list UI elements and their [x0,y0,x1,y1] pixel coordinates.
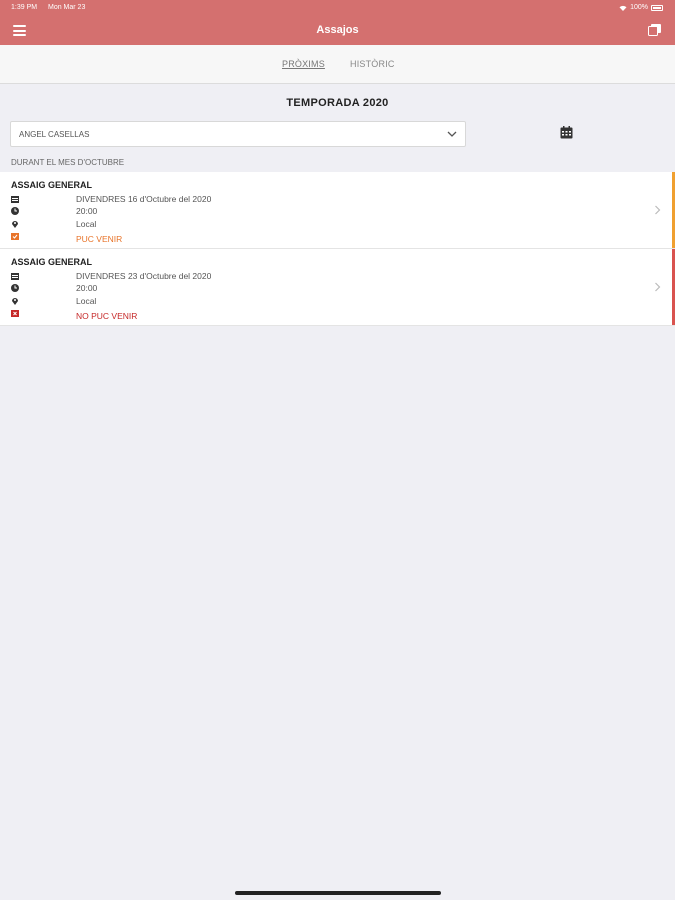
event-title: ASSAIG GENERAL [11,180,93,190]
status-bar: 1:39 PM Mon Mar 23 100% [0,0,675,16]
battery-percent: 100% [630,4,648,11]
home-indicator[interactable] [235,891,441,895]
event-place-row: Local [11,219,411,230]
wifi-icon [619,5,627,11]
calendar-icon[interactable] [560,126,573,139]
segmented-tabs: PRÒXIMS HISTÒRIC [0,45,675,84]
event-time-row: 20:00 [11,206,411,217]
top-bar: 1:39 PM Mon Mar 23 100% Assajos [0,0,675,45]
event-date: DIVENDRES 23 d'Octubre del 2020 [76,271,212,281]
event-status-row: PUC VENIR [11,231,411,244]
event-place: Local [76,296,97,306]
season-title: TEMPORADA 2020 [286,97,389,109]
chevron-right-icon [655,282,661,292]
event-place: Local [76,219,97,229]
month-section-label: DURANT EL MES D'OCTUBRE [11,158,125,167]
event-time-row: 20:00 [11,283,411,294]
event-time: 20:00 [76,283,98,293]
status-time: 1:39 PM [11,4,38,11]
event-place-row: Local [11,296,411,307]
page-title: Assajos [316,24,359,36]
event-title: ASSAIG GENERAL [11,257,93,267]
tab-upcoming[interactable]: PRÒXIMS [282,59,325,69]
attendance-no-icon [11,310,19,317]
status-date: Mon Mar 23 [48,4,86,11]
event-status: NO PUC VENIR [76,311,138,321]
event-date-row: DIVENDRES 16 d'Octubre del 2020 [11,194,411,205]
event-status: PUC VENIR [76,234,123,244]
location-pin-icon [12,298,18,305]
member-select[interactable]: ANGEL CASELLAS [10,121,466,147]
event-date-row: DIVENDRES 23 d'Octubre del 2020 [11,271,411,282]
event-item[interactable]: ASSAIG GENERAL DIVENDRES 23 d'Octubre de… [0,249,675,326]
event-status-row: NO PUC VENIR [11,308,411,321]
battery-icon [651,5,663,11]
event-date: DIVENDRES 16 d'Octubre del 2020 [76,194,212,204]
attendance-yes-icon [11,233,19,240]
chevron-right-icon [655,205,661,215]
member-select-value: ANGEL CASELLAS [19,130,90,139]
status-right: 100% [619,0,663,16]
calendar-small-icon [11,196,19,203]
event-item[interactable]: ASSAIG GENERAL DIVENDRES 16 d'Octubre de… [0,172,675,249]
copy-icon[interactable] [648,24,661,36]
calendar-small-icon [11,273,19,280]
chevron-down-icon [447,131,457,137]
tab-history[interactable]: HISTÒRIC [350,59,395,69]
events-list: ASSAIG GENERAL DIVENDRES 16 d'Octubre de… [0,172,675,326]
location-pin-icon [12,221,18,228]
event-time: 20:00 [76,206,98,216]
clock-icon [11,284,19,292]
clock-icon [11,207,19,215]
